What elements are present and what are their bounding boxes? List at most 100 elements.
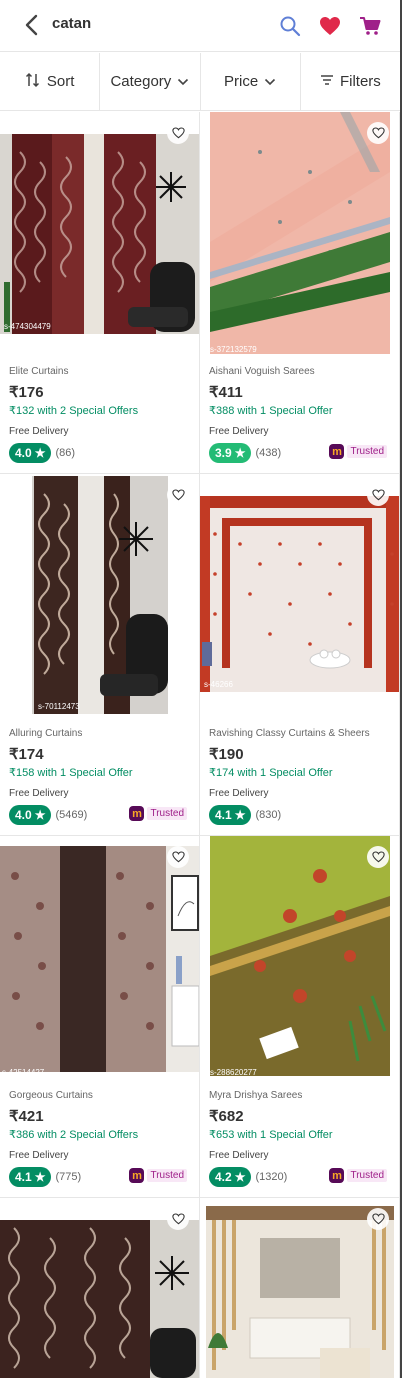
filters-button[interactable]: Filters <box>301 53 400 110</box>
special-offer-text: ₹388 with 1 Special Offer <box>209 405 333 417</box>
star-icon: ★ <box>34 1170 46 1184</box>
review-count: (5469) <box>55 809 88 821</box>
rating-badge: 4.0 ★ <box>9 443 52 463</box>
rating-badge: 4.1 ★ <box>9 1167 52 1187</box>
sort-arrows-icon <box>25 72 41 92</box>
delivery-text: Free Delivery <box>209 788 269 799</box>
product-card[interactable]: s-70112473 Alluring Curtains ₹174 ₹158 w… <box>0 474 200 836</box>
rating-badge: 4.1 ★ <box>209 805 252 825</box>
rating-badge: 4.2 ★ <box>209 1167 252 1187</box>
sku-label: s-70112473 <box>38 702 80 711</box>
delivery-text: Free Delivery <box>9 788 69 799</box>
meesho-logo-icon: m <box>329 1168 345 1183</box>
trusted-label: Trusted <box>147 1169 187 1182</box>
chevron-down-icon <box>264 73 276 90</box>
trusted-badge: m Trusted <box>129 806 187 821</box>
product-image[interactable] <box>200 112 399 358</box>
price-button[interactable]: Price <box>201 53 301 110</box>
special-offer-text: ₹653 with 1 Special Offer <box>209 1129 333 1141</box>
rating-row: 3.9 ★ (438) <box>209 443 281 463</box>
top-search-header: catan <box>0 0 400 52</box>
search-icon[interactable] <box>278 14 302 38</box>
product-price: ₹411 <box>209 384 243 401</box>
product-card[interactable]: s-474304479 Elite Curtains ₹176 ₹132 wit… <box>0 112 200 474</box>
special-offer-text: ₹132 with 2 Special Offers <box>9 405 139 417</box>
product-price: ₹682 <box>209 1108 244 1125</box>
sort-button[interactable]: Sort <box>0 53 101 110</box>
product-title: Aishani Voguish Sarees <box>209 366 315 377</box>
rating-value: 3.9 <box>215 446 232 460</box>
cart-icon[interactable] <box>358 14 382 38</box>
meesho-logo-icon: m <box>129 1168 145 1183</box>
product-card[interactable] <box>200 1198 400 1378</box>
filters-label: Filters <box>339 73 381 90</box>
rating-value: 4.1 <box>215 808 232 822</box>
trusted-badge: m Trusted <box>129 1168 187 1183</box>
sku-label: s-372132579 <box>210 345 257 354</box>
sku-label: s-42514427 <box>2 1068 45 1077</box>
product-price: ₹174 <box>9 746 44 763</box>
delivery-text: Free Delivery <box>9 1150 69 1161</box>
sort-label: Sort <box>46 73 75 90</box>
product-title: Alluring Curtains <box>9 728 83 739</box>
product-price: ₹176 <box>9 384 44 401</box>
heart-outline-icon[interactable] <box>167 846 189 868</box>
review-count: (86) <box>55 447 76 459</box>
heart-outline-icon[interactable] <box>367 122 389 144</box>
product-title: Ravishing Classy Curtains & Sheers <box>209 728 370 739</box>
special-offer-text: ₹174 with 1 Special Offer <box>209 767 333 779</box>
rating-badge: 3.9 ★ <box>209 443 252 463</box>
rating-row: 4.1 ★ (830) <box>209 805 281 825</box>
product-title: Gorgeous Curtains <box>9 1090 93 1101</box>
heart-outline-icon[interactable] <box>367 846 389 868</box>
review-count: (830) <box>255 809 282 821</box>
category-button[interactable]: Category <box>100 53 201 110</box>
heart-outline-icon[interactable] <box>167 122 189 144</box>
sku-label: s-288620277 <box>210 1068 257 1077</box>
back-arrow-icon[interactable] <box>20 13 42 37</box>
rating-row: 4.0 ★ (86) <box>9 443 75 463</box>
star-icon: ★ <box>34 808 46 822</box>
star-icon: ★ <box>34 446 46 460</box>
rating-value: 4.0 <box>15 808 32 822</box>
heart-outline-icon[interactable] <box>367 484 389 506</box>
product-image[interactable] <box>200 836 399 1082</box>
product-card[interactable]: s-372132579 Aishani Voguish Sarees ₹411 … <box>200 112 400 474</box>
product-image[interactable] <box>0 474 199 720</box>
heart-outline-icon[interactable] <box>167 1208 189 1230</box>
meesho-logo-icon: m <box>129 806 145 821</box>
delivery-text: Free Delivery <box>9 426 69 437</box>
sku-label: s-474304479 <box>4 322 51 331</box>
heart-outline-icon[interactable] <box>367 1208 389 1230</box>
special-offer-text: ₹158 with 1 Special Offer <box>9 767 133 779</box>
product-card[interactable]: s-46266 Ravishing Classy Curtains & Shee… <box>200 474 400 836</box>
heart-outline-icon[interactable] <box>167 484 189 506</box>
star-icon: ★ <box>234 1170 246 1184</box>
product-card[interactable]: s-42514427 Gorgeous Curtains ₹421 ₹386 w… <box>0 836 200 1198</box>
search-query-text[interactable]: catan <box>52 15 91 32</box>
special-offer-text: ₹386 with 2 Special Offers <box>9 1129 139 1141</box>
product-card[interactable] <box>0 1198 200 1378</box>
delivery-text: Free Delivery <box>209 426 269 437</box>
star-icon: ★ <box>234 808 246 822</box>
rating-value: 4.0 <box>15 446 32 460</box>
rating-row: 4.1 ★ (775) <box>9 1167 81 1187</box>
chevron-down-icon <box>177 73 189 90</box>
category-label: Category <box>110 73 172 90</box>
rating-value: 4.2 <box>215 1170 232 1184</box>
rating-row: 4.0 ★ (5469) <box>9 805 87 825</box>
filter-bar: Sort Category Price Filters <box>0 53 400 111</box>
filter-lines-icon <box>320 73 334 90</box>
trusted-badge: m Trusted <box>329 1168 387 1183</box>
product-card[interactable]: s-288620277 Myra Drishya Sarees ₹682 ₹65… <box>200 836 400 1198</box>
review-count: (1320) <box>255 1171 288 1183</box>
review-count: (775) <box>55 1171 82 1183</box>
delivery-text: Free Delivery <box>209 1150 269 1161</box>
product-price: ₹190 <box>209 746 244 763</box>
rating-value: 4.1 <box>15 1170 32 1184</box>
product-image[interactable] <box>0 836 199 1082</box>
meesho-logo-icon: m <box>329 444 345 459</box>
product-title: Elite Curtains <box>9 366 69 377</box>
heart-icon[interactable] <box>318 14 342 38</box>
trusted-label: Trusted <box>347 1169 387 1182</box>
